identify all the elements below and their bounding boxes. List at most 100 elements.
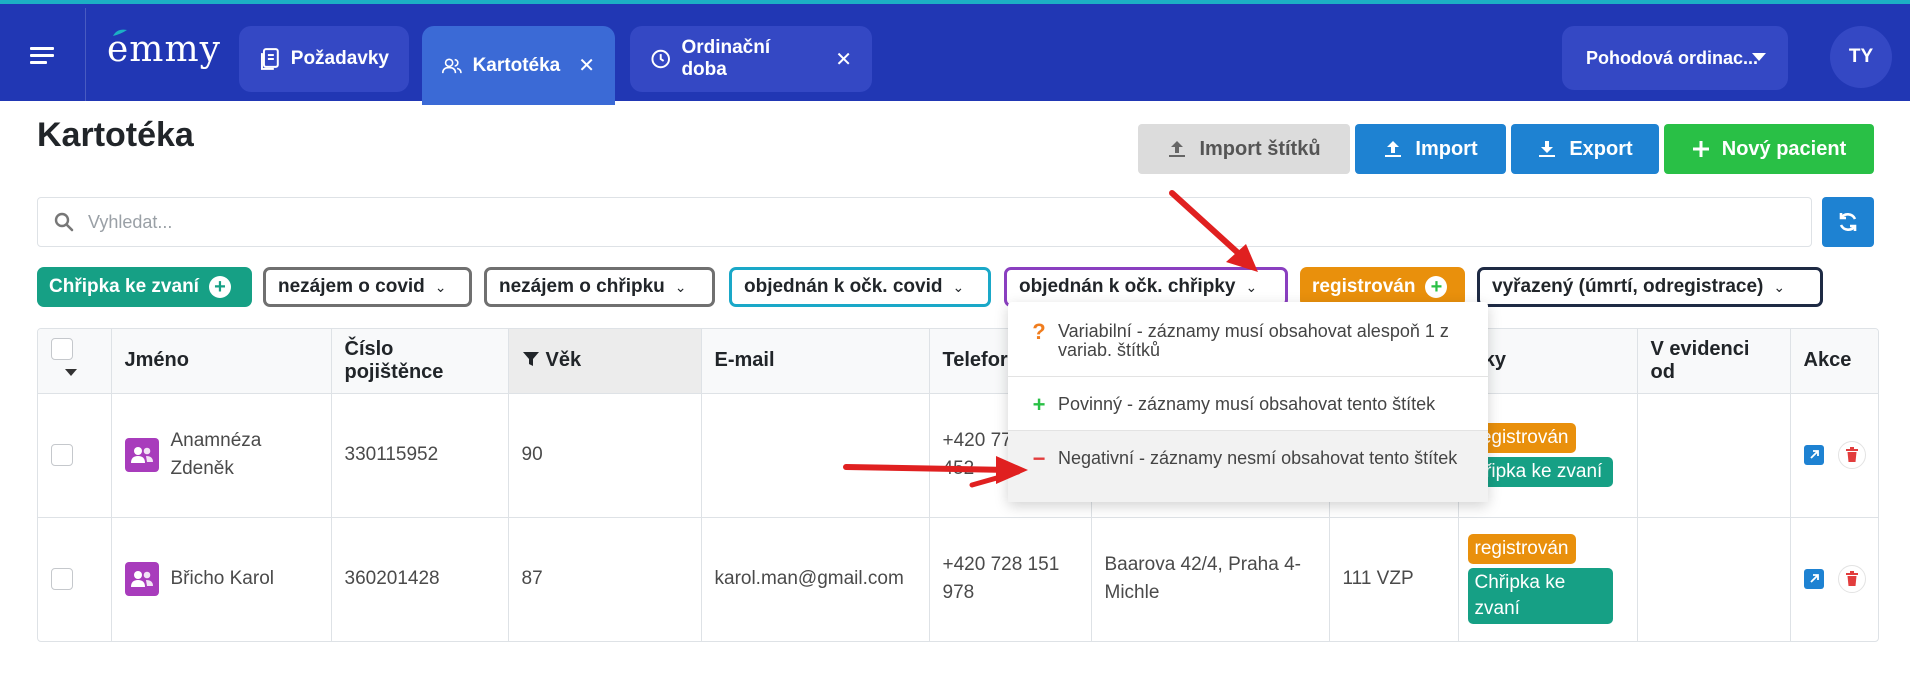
tab-label: Kartotéka (472, 54, 561, 76)
import-tags-button[interactable]: Import štítků (1138, 124, 1350, 174)
import-tags-label: Import štítků (1199, 137, 1321, 160)
filter-chip-nezajem-o-chripku[interactable]: nezájem o chřipku ⌄ (484, 267, 715, 307)
caret-down-icon[interactable] (65, 368, 77, 376)
patient-avatar-icon (124, 562, 159, 597)
patient-avatar-icon (124, 438, 159, 472)
open-external-button[interactable] (1803, 445, 1824, 465)
phone-line-2: 978 (942, 582, 975, 604)
chevron-down-icon: ⌄ (952, 278, 965, 295)
name-cell[interactable]: Břicho Karol (111, 517, 332, 641)
tab-label: Požadavky (290, 48, 389, 69)
tag-filter-mode-dropdown: ? Variabilní - záznamy musí obsahovat al… (1008, 302, 1488, 502)
age-cell: 90 (508, 393, 702, 518)
plus-circle-icon[interactable]: + (1425, 276, 1448, 298)
import-label: Import (1415, 137, 1478, 160)
hamburger-icon (30, 47, 54, 64)
column-header-since[interactable]: V evidenci od (1637, 329, 1791, 394)
download-icon (1539, 141, 1556, 157)
column-header-name[interactable]: Jméno (111, 329, 332, 394)
tab-pozadavky[interactable]: Požadavky (239, 26, 409, 92)
tab-kartoteka[interactable]: Kartotéka ✕ (422, 26, 615, 105)
column-header-email[interactable]: E-mail (701, 329, 930, 394)
column-header-insurance-number[interactable]: Číslo pojištěnce (331, 329, 509, 394)
chevron-down-icon: ⌄ (1245, 278, 1258, 295)
actions-cell (1790, 517, 1878, 641)
chevron-down-icon: ⌄ (674, 278, 687, 295)
dropdown-divider (1008, 376, 1488, 377)
select-all-cell (38, 329, 112, 394)
phone-cell: +420 728 151 978 (929, 517, 1092, 641)
filter-chip-label: objednán k očk. chřipky (1019, 276, 1236, 297)
hamburger-menu-button[interactable] (22, 34, 64, 76)
filter-chip-objednan-covid[interactable]: objednán k očk. covid ⌄ (729, 267, 991, 307)
users-icon (442, 57, 462, 73)
clock-icon (651, 49, 670, 69)
filter-chip-label: nezájem o covid (278, 276, 425, 297)
address-cell: Baarova 42/4, Praha 4-Michle (1091, 517, 1330, 641)
chevron-down-icon: ⌄ (1773, 278, 1786, 295)
clipboard-icon (260, 48, 279, 70)
app-logo[interactable]: emmy (107, 24, 221, 74)
row-checkbox[interactable] (51, 443, 73, 466)
tab-ordinacni-doba[interactable]: Ordinační doba ✕ (630, 26, 872, 92)
filter-chip-chripka-ke-zvani[interactable]: Chřipka ke zvaní + (37, 267, 252, 307)
filter-chip-label: objednán k očk. covid (744, 276, 943, 297)
dropdown-option-variable[interactable]: ? Variabilní - záznamy musí obsahovat al… (1008, 321, 1488, 378)
delete-button[interactable] (1837, 441, 1866, 469)
export-button[interactable]: Export (1511, 124, 1659, 174)
since-cell (1637, 393, 1791, 518)
filter-chip-label: registrován (1312, 276, 1416, 297)
column-header-age[interactable]: Věk (508, 329, 702, 394)
user-avatar[interactable]: TY (1830, 26, 1892, 88)
table-row[interactable]: Anamnéza Zdeněk 330115952 90 +420 77 452 … (38, 393, 1878, 518)
name-cell[interactable]: Anamnéza Zdeněk (111, 393, 332, 518)
plus-circle-icon[interactable]: + (208, 276, 231, 298)
close-icon[interactable]: ✕ (578, 53, 595, 78)
chevron-down-icon: ⌄ (434, 278, 447, 295)
dropdown-option-negative[interactable]: − Negativní - záznamy nesmí obsahovat te… (1008, 431, 1488, 502)
search-input[interactable] (88, 198, 1788, 246)
actions-cell (1790, 393, 1878, 518)
column-header-age-label: Věk (545, 349, 582, 372)
row-checkbox[interactable] (51, 568, 73, 591)
refresh-button[interactable] (1822, 197, 1874, 247)
logo-leaf-icon (113, 29, 127, 36)
dropdown-option-label: Povinný - záznamy musí obsahovat tento š… (1058, 394, 1436, 414)
office-name: Pohodová ordinac... (1586, 47, 1759, 68)
tab-label: Ordinační doba (681, 37, 771, 80)
caret-down-icon (1752, 53, 1766, 61)
insurer-cell: 111 VZP (1329, 517, 1459, 641)
select-all-checkbox[interactable] (51, 338, 73, 361)
external-link-icon (1809, 450, 1819, 459)
external-link-icon (1809, 574, 1819, 583)
page-title: Kartotéka (37, 116, 194, 154)
filter-funnel-icon (522, 352, 539, 367)
table-header-row: Jméno Číslo pojištěnce Věk E-mail Telefo… (38, 329, 1878, 394)
open-external-button[interactable] (1803, 569, 1824, 590)
filter-chip-nezajem-o-covid[interactable]: nezájem o covid ⌄ (263, 267, 472, 307)
office-selector[interactable]: Pohodová ordinac... (1562, 26, 1788, 90)
tag-badge: Chřipka ke zvaní (1467, 568, 1613, 625)
search-bar (37, 197, 1812, 247)
insurance-number-cell: 360201428 (331, 517, 509, 641)
dropdown-option-label: Negativní - záznamy nesmí obsahovat tent… (1058, 448, 1458, 468)
filter-chip-registrovan[interactable]: registrován + (1300, 267, 1465, 307)
filter-chip-vyrazeny[interactable]: vyřazený (úmrtí, odregistrace) ⌄ (1477, 267, 1823, 307)
close-icon[interactable]: ✕ (835, 47, 852, 72)
table-row[interactable]: Břicho Karol 360201428 87 karol.man@gmai… (38, 517, 1878, 641)
plus-icon: + (1032, 392, 1046, 417)
trash-icon (1845, 571, 1858, 587)
new-patient-button[interactable]: Nový pacient (1664, 124, 1874, 174)
new-patient-label: Nový pacient (1721, 137, 1847, 160)
phone-line-2: 452 (942, 458, 975, 479)
row-select-cell (38, 517, 112, 641)
import-button[interactable]: Import (1355, 124, 1506, 174)
tag-badge: registrován (1467, 534, 1576, 565)
dropdown-option-required[interactable]: + Povinný - záznamy musí obsahovat tento… (1008, 392, 1488, 431)
refresh-icon (1839, 213, 1857, 231)
filter-chip-label: Chřipka ke zvaní (49, 276, 199, 297)
upload-icon (1169, 141, 1186, 157)
filter-chip-objednan-chripky[interactable]: objednán k očk. chřipky ⌄ (1004, 267, 1288, 307)
delete-button[interactable] (1837, 565, 1866, 594)
upload-icon (1385, 141, 1402, 157)
